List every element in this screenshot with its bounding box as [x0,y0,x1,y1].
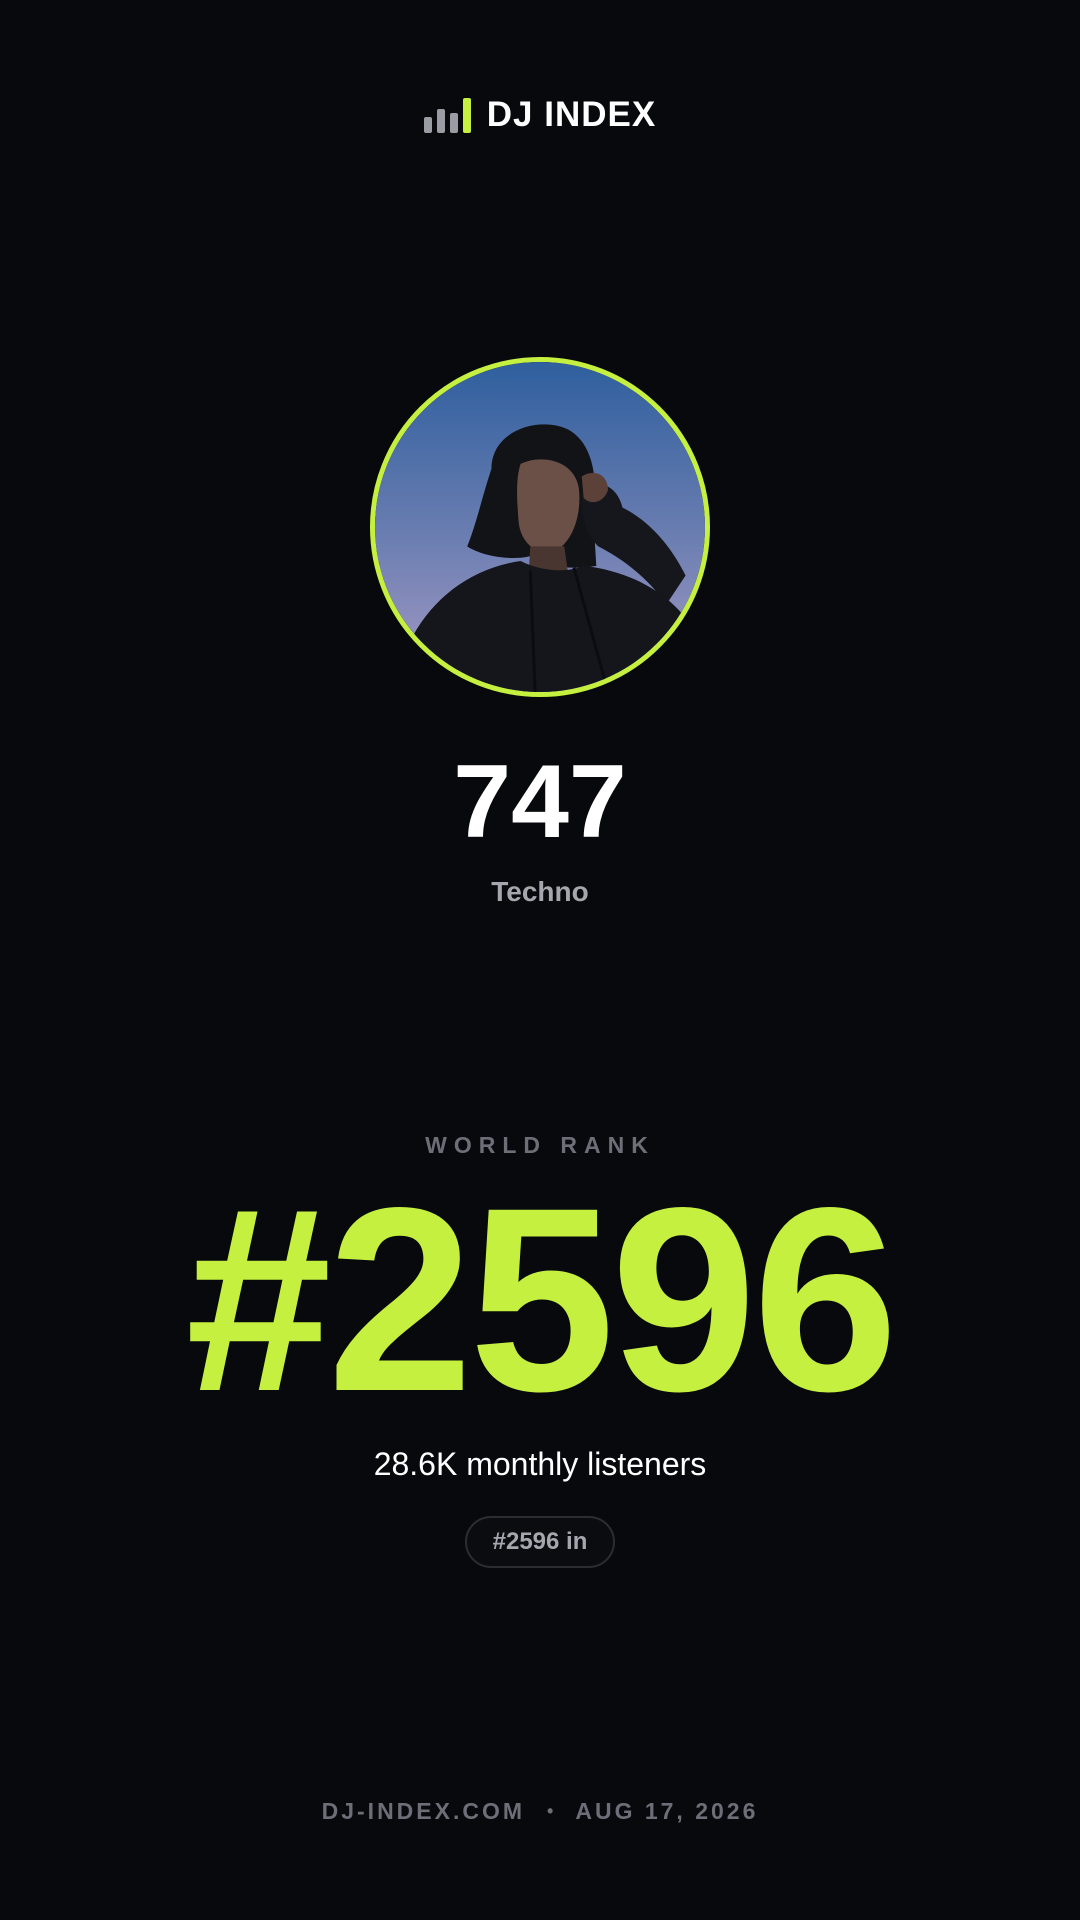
bar-chart-bar [423,117,432,133]
rank-value: #2596 [185,1153,899,1446]
artist-photo [375,362,705,692]
bar-chart-bar-accent [462,98,471,133]
bar-chart-bar [449,113,458,133]
brand-header: DJ INDEX [0,95,1080,135]
bar-chart-bar [436,109,445,133]
artist-name: 747 [453,744,627,860]
footer: DJ-INDEX.COM • AUG 17, 2026 [0,1796,1080,1826]
brand-name: DJ INDEX [486,95,657,134]
footer-separator: • [547,1801,554,1821]
chip-row: #2596 in [0,1516,1080,1568]
footer-site: DJ-INDEX.COM [321,1798,526,1824]
rank-chip: #2596 in [464,1516,616,1568]
footer-date: AUG 17, 2026 [575,1798,759,1824]
bar-chart-icon [423,97,471,133]
monthly-listeners: 28.6K monthly listeners [373,1446,707,1482]
artist-genre: Techno [491,876,589,907]
avatar [370,357,710,697]
